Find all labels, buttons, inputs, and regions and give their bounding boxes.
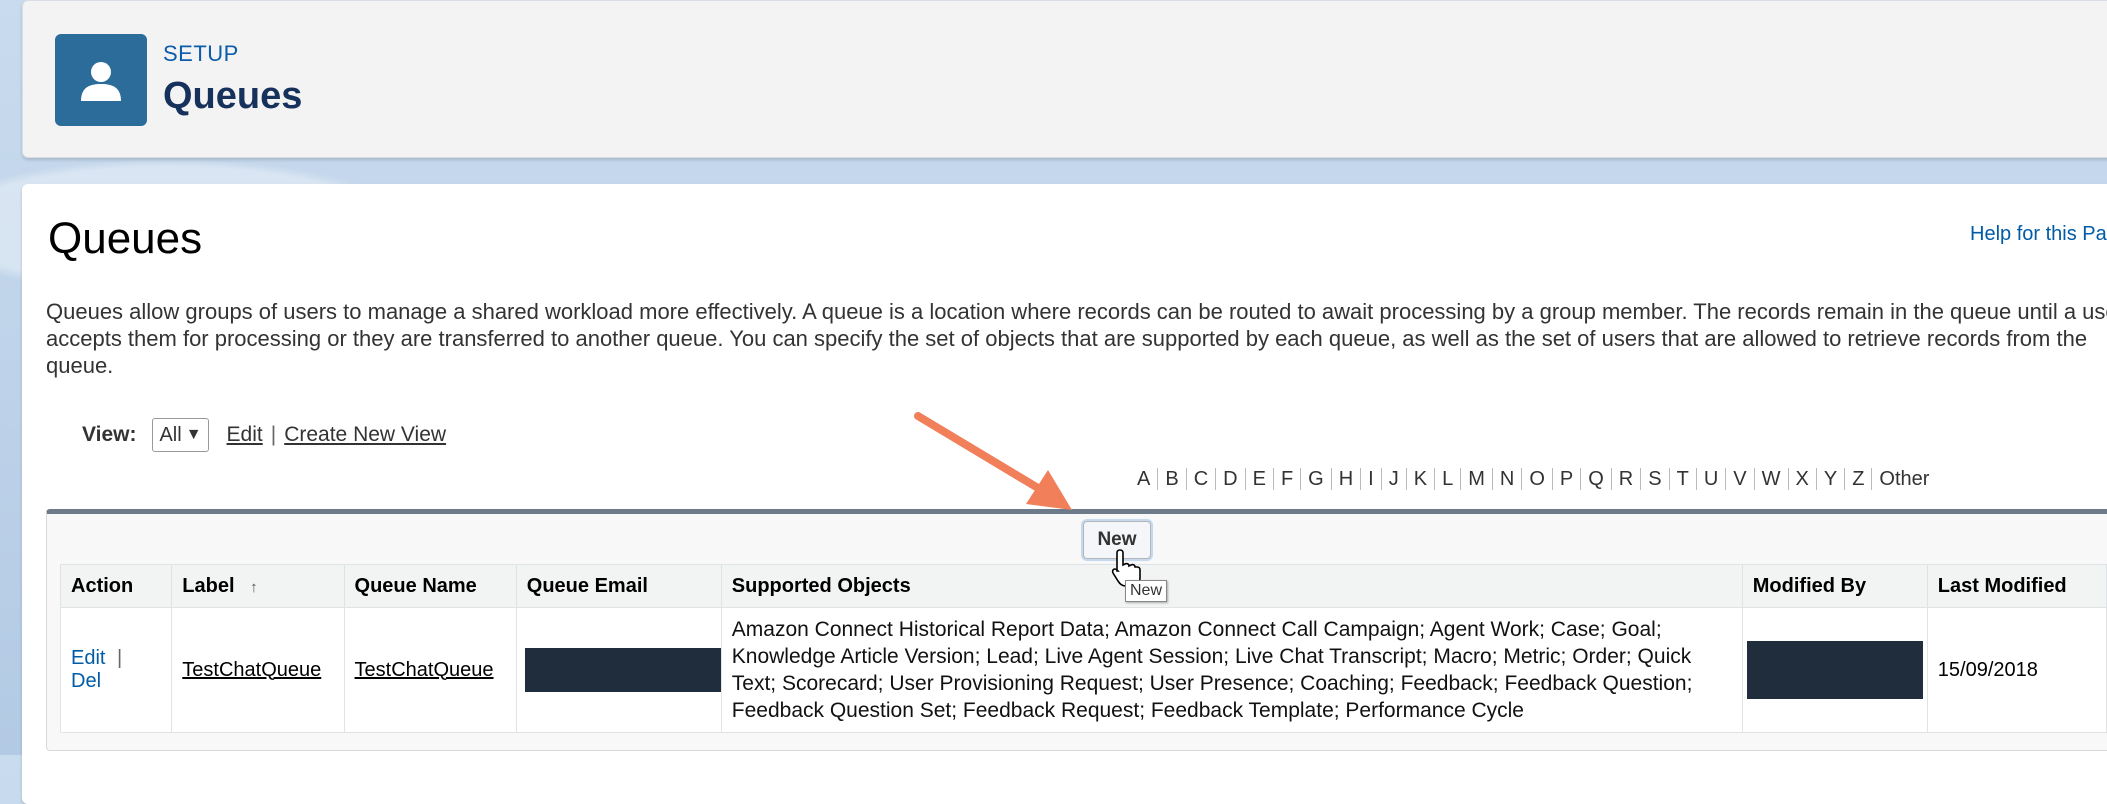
alpha-filter-letter[interactable]: T: [1670, 468, 1697, 490]
alpha-filter-letter[interactable]: O: [1522, 468, 1553, 490]
alpha-filter-letter[interactable]: A: [1135, 468, 1159, 490]
column-header-queue-email[interactable]: Queue Email: [515, 564, 722, 608]
row-label-cell: TestChatQueue: [171, 607, 345, 733]
view-select-value: All: [159, 423, 182, 446]
create-new-view-link[interactable]: Create New View: [284, 423, 446, 447]
row-queue-email-cell: [515, 607, 722, 733]
user-icon: [55, 34, 147, 126]
setup-eyebrow: SETUP: [163, 41, 239, 66]
alpha-filter-letter[interactable]: S: [1641, 468, 1670, 490]
row-queue-name-cell: TestChatQueue: [343, 607, 517, 733]
alpha-filter-letter[interactable]: B: [1158, 468, 1187, 490]
alpha-filter-letter[interactable]: E: [1246, 468, 1274, 490]
column-header-action: Action: [59, 564, 173, 608]
edit-view-link[interactable]: Edit: [227, 423, 263, 447]
sort-ascending-icon: ↑: [250, 578, 258, 596]
alpha-filter-letter[interactable]: D: [1216, 468, 1246, 490]
row-actions: Edit | Del: [59, 607, 173, 733]
new-button-tooltip: New: [1125, 580, 1168, 602]
alpha-filter-letter[interactable]: G: [1301, 468, 1332, 490]
row-action-separator: |: [117, 647, 123, 669]
alpha-filter-letter[interactable]: H: [1332, 468, 1362, 490]
edit-row-link[interactable]: Edit: [71, 647, 105, 669]
delete-row-link[interactable]: Del: [71, 670, 101, 692]
view-select[interactable]: All ▼: [152, 418, 209, 452]
alpha-filter-letter[interactable]: Other: [1872, 468, 1936, 490]
redacted-queue-email: [524, 648, 721, 692]
alpha-filter-letter[interactable]: K: [1407, 468, 1436, 490]
alpha-filter-letter[interactable]: Q: [1581, 468, 1612, 490]
page-title: Queues: [48, 214, 203, 263]
queue-label-link[interactable]: TestChatQueue: [182, 659, 321, 681]
column-header-modified-by[interactable]: Modified By: [1741, 564, 1928, 608]
dropdown-arrow-icon: ▼: [185, 426, 202, 443]
column-header-supported-objects: Supported Objects: [720, 564, 1743, 608]
redacted-modified-by: [1746, 641, 1923, 699]
view-separator: |: [270, 423, 277, 446]
column-header-last-modified[interactable]: Last Modified: [1926, 564, 2107, 608]
row-modified-by-cell: [1741, 607, 1928, 733]
alphabet-filter: A B C D E F G H I J K L M N O P Q R S T …: [1135, 468, 1936, 490]
alpha-filter-letter[interactable]: V: [1726, 468, 1755, 490]
alpha-filter-letter[interactable]: M: [1461, 468, 1493, 490]
setup-title: Queues: [163, 75, 303, 117]
column-header-label-text: Label: [182, 574, 235, 597]
page-description: Queues allow groups of users to manage a…: [46, 299, 2107, 378]
alpha-filter-letter[interactable]: J: [1382, 468, 1407, 490]
alpha-filter-letter[interactable]: U: [1697, 468, 1727, 490]
view-row: View: All ▼ Edit | Create New View: [82, 418, 446, 452]
setup-header: SETUP Queues: [22, 0, 2107, 158]
row-supported-objects: Amazon Connect Historical Report Data; A…: [720, 607, 1743, 733]
alpha-filter-letter[interactable]: X: [1789, 468, 1817, 490]
alpha-filter-letter[interactable]: W: [1755, 468, 1789, 490]
alpha-filter-letter[interactable]: Z: [1845, 468, 1873, 490]
table-header-row: Action Label ↑ Queue Name Queue Email Su…: [59, 564, 2107, 608]
alpha-filter-letter[interactable]: C: [1187, 468, 1217, 490]
alpha-filter-letter[interactable]: F: [1274, 468, 1302, 490]
table-row: Edit | Del TestChatQueue TestChatQueue A…: [59, 607, 2107, 733]
alpha-filter-letter[interactable]: I: [1361, 468, 1382, 490]
alpha-filter-letter[interactable]: N: [1493, 468, 1523, 490]
column-header-label[interactable]: Label ↑: [171, 564, 345, 608]
alpha-filter-letter[interactable]: L: [1435, 468, 1462, 490]
alpha-filter-letter[interactable]: Y: [1817, 468, 1846, 490]
queue-name-link[interactable]: TestChatQueue: [355, 659, 494, 681]
row-last-modified: 15/09/2018: [1926, 607, 2107, 733]
alpha-filter-letter[interactable]: P: [1553, 468, 1582, 490]
alpha-filter-letter[interactable]: R: [1612, 468, 1642, 490]
view-label: View:: [82, 423, 137, 446]
column-header-queue-name[interactable]: Queue Name: [343, 564, 517, 608]
queues-table: Action Label ↑ Queue Name Queue Email Su…: [59, 564, 2107, 733]
help-link[interactable]: Help for this Page: [1970, 223, 2107, 246]
annotation-arrow-icon: [914, 412, 1072, 510]
